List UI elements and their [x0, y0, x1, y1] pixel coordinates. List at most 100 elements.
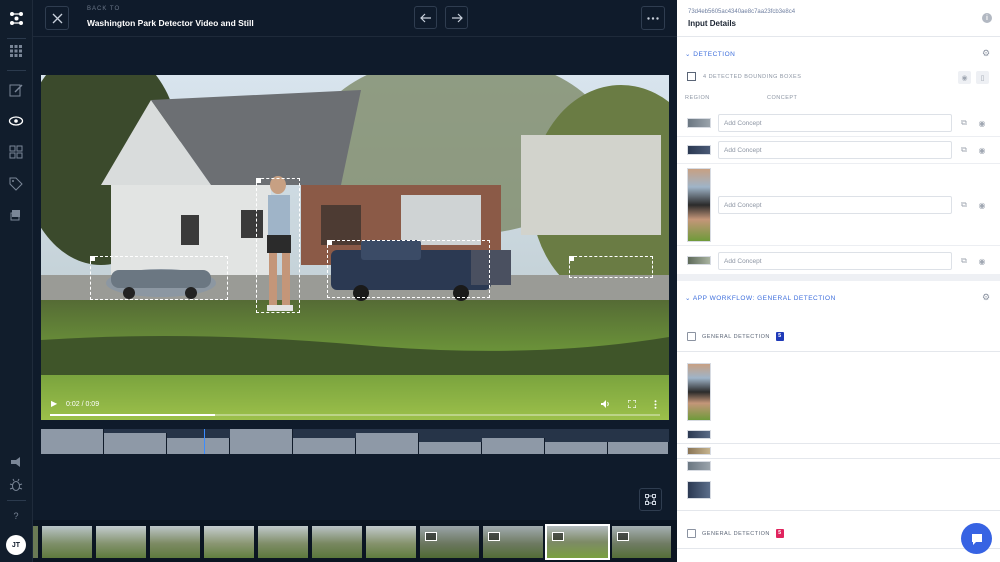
region-row: Add Concept ⧉ ◉: [677, 137, 1000, 164]
input-id[interactable]: 73d4eb5605ac4340ae8c7aa23fcb3e8c4: [688, 9, 795, 15]
megaphone-icon[interactable]: [8, 454, 24, 470]
input-thumbnail[interactable]: [258, 526, 308, 558]
input-thumbnail[interactable]: [96, 526, 146, 558]
fullscreen-icon[interactable]: [628, 400, 636, 408]
bounding-box[interactable]: [569, 256, 653, 278]
timeline-cursor[interactable]: [204, 429, 205, 454]
eye-icon[interactable]: ◉: [976, 255, 988, 267]
add-concept-input[interactable]: Add Concept: [718, 196, 952, 214]
eye-icon[interactable]: [8, 113, 24, 129]
timeline-segment[interactable]: [419, 442, 482, 454]
trash-icon[interactable]: ▯: [976, 71, 989, 84]
bounding-box-tool-button[interactable]: [639, 488, 662, 511]
input-thumbnail[interactable]: [366, 526, 416, 558]
add-concept-input[interactable]: Add Concept: [718, 252, 952, 270]
model-row[interactable]: GENERAL DETECTION 5: [687, 332, 784, 341]
timeline-segment[interactable]: [545, 442, 608, 454]
detection-timeline[interactable]: [41, 429, 669, 454]
link-icon[interactable]: ⧉: [958, 199, 970, 211]
timeline-segment[interactable]: [482, 438, 545, 454]
bounding-box[interactable]: [90, 256, 228, 300]
video-camera-icon: [488, 532, 500, 541]
bug-icon[interactable]: [8, 477, 24, 493]
region-column-header: REGION: [685, 95, 710, 101]
video-progress-fill: [50, 414, 215, 416]
model-name: GENERAL DETECTION: [702, 333, 770, 340]
eye-icon[interactable]: ◉: [958, 71, 971, 84]
workflow-section-header[interactable]: ⌄ APP WORKFLOW: GENERAL DETECTION: [685, 294, 836, 302]
timeline-segment[interactable]: [356, 433, 419, 454]
result-crop-thumbnail[interactable]: [687, 461, 711, 471]
input-thumbnail[interactable]: [42, 526, 92, 558]
bounding-box[interactable]: [327, 240, 490, 298]
timeline-segment[interactable]: [104, 433, 167, 454]
timeline-segment[interactable]: [230, 429, 293, 454]
apps-icon[interactable]: [8, 144, 24, 160]
more-button[interactable]: [641, 6, 665, 30]
video-right-controls: [601, 400, 657, 409]
tag-icon[interactable]: [8, 176, 24, 192]
timeline-segment[interactable]: [41, 429, 104, 454]
add-concept-input[interactable]: Add Concept: [718, 114, 952, 132]
viewer-topbar: BACK TO Washington Park Detector Video a…: [33, 0, 677, 37]
chat-button[interactable]: [961, 523, 992, 554]
result-crop-thumbnail[interactable]: [687, 447, 711, 455]
region-row: Add Concept ⧉ ◉: [677, 248, 1000, 274]
input-thumbnail[interactable]: [150, 526, 200, 558]
video-thumbnail[interactable]: [612, 526, 671, 558]
video-thumbnail[interactable]: [420, 526, 479, 558]
video-thumbnail-selected[interactable]: [545, 524, 610, 560]
result-crop-thumbnail[interactable]: [687, 363, 711, 421]
timeline-segment[interactable]: [167, 438, 230, 454]
bounding-box[interactable]: [256, 178, 300, 313]
video-progress-bar[interactable]: [50, 414, 660, 416]
stack-icon[interactable]: [8, 207, 24, 223]
model-icon: [687, 332, 696, 341]
edit-icon[interactable]: [8, 82, 24, 98]
add-concept-input[interactable]: Add Concept: [718, 141, 952, 159]
input-thumbnail[interactable]: [33, 526, 38, 558]
volume-icon[interactable]: [601, 400, 610, 408]
info-icon[interactable]: i: [982, 13, 992, 23]
input-thumbnail[interactable]: [204, 526, 254, 558]
eye-icon[interactable]: ◉: [976, 199, 988, 211]
region-crop-thumbnail[interactable]: [687, 256, 711, 265]
region-row: Add Concept ⧉ ◉: [677, 110, 1000, 137]
video-menu-icon[interactable]: [654, 400, 657, 409]
grid-icon[interactable]: [8, 43, 24, 59]
region-crop-thumbnail[interactable]: [687, 145, 711, 155]
timeline-segment[interactable]: [608, 442, 669, 454]
video-player[interactable]: ▶ 0:02 / 0:09: [41, 75, 669, 420]
back-to-label[interactable]: BACK TO: [87, 6, 120, 12]
rail-divider: [7, 500, 26, 501]
eye-icon[interactable]: ◉: [976, 144, 988, 156]
video-camera-icon: [617, 532, 629, 541]
model-count-badge: 5: [775, 529, 784, 538]
close-button[interactable]: [45, 6, 69, 30]
video-thumbnail[interactable]: [483, 526, 543, 558]
link-icon[interactable]: ⧉: [958, 117, 970, 129]
eye-icon[interactable]: ◉: [976, 117, 988, 129]
region-crop-thumbnail[interactable]: [687, 168, 711, 242]
result-crop-thumbnail[interactable]: [687, 430, 711, 439]
result-crop-thumbnail[interactable]: [687, 481, 711, 499]
link-icon[interactable]: ⧉: [958, 144, 970, 156]
play-icon[interactable]: ▶: [51, 399, 57, 408]
next-button[interactable]: [445, 6, 468, 29]
input-thumbnail[interactable]: [312, 526, 362, 558]
help-icon[interactable]: ?: [8, 508, 24, 524]
avatar[interactable]: JT: [6, 535, 26, 555]
model-row[interactable]: GENERAL DETECTION 5: [687, 529, 784, 538]
divider: [677, 458, 1000, 459]
video-controls: ▶ 0:02 / 0:09: [41, 390, 669, 420]
logo-icon[interactable]: [8, 10, 25, 27]
gear-icon[interactable]: ⚙: [982, 292, 990, 303]
timeline-segment[interactable]: [293, 438, 356, 454]
link-icon[interactable]: ⧉: [958, 255, 970, 267]
gear-icon[interactable]: ⚙: [982, 48, 990, 59]
region-crop-thumbnail[interactable]: [687, 118, 711, 128]
detection-section-header[interactable]: ⌄ DETECTION: [685, 50, 735, 58]
prev-button[interactable]: [414, 6, 437, 29]
viewer: BACK TO Washington Park Detector Video a…: [33, 0, 677, 562]
rail-divider: [7, 38, 26, 39]
